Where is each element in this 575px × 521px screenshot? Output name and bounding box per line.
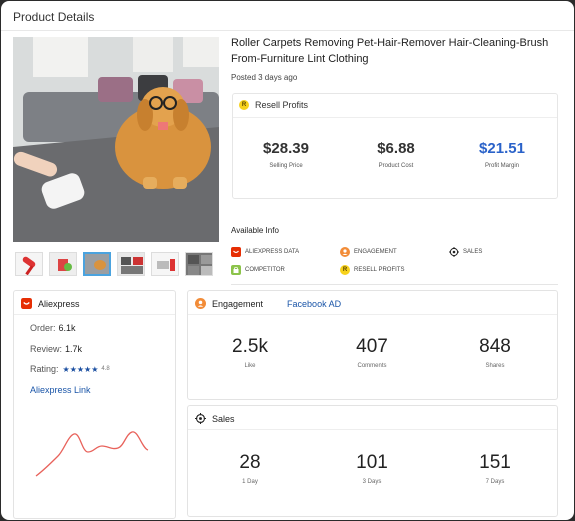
- facebook-ad-tab[interactable]: Facebook AD: [287, 299, 341, 309]
- person-icon: [195, 298, 206, 309]
- person-icon: [340, 247, 350, 257]
- resell-coin-icon: R: [239, 100, 249, 110]
- panel-header: Product Details: [1, 1, 574, 31]
- resell-coin-icon: R: [340, 265, 350, 275]
- likes-metric: 2.5k Like: [232, 336, 268, 369]
- thumbnail-6[interactable]: [185, 252, 213, 276]
- order-row: Order: 6.1k: [30, 323, 76, 333]
- available-engagement: ENGAGEMENT: [340, 247, 397, 257]
- sales-card: Sales 28 1 Day 101 3 Days 151 7 Days: [187, 405, 558, 517]
- product-title: Roller Carpets Removing Pet-Hair-Remover…: [231, 37, 549, 65]
- product-main-image: [13, 37, 219, 242]
- profit-margin: $21.51 Profit Margin: [479, 140, 525, 169]
- rating-row: Rating: ★★★★★ 4.8: [30, 364, 110, 374]
- divider: [231, 284, 558, 285]
- available-aliexpress-data: ALIEXPRESS DATA: [231, 247, 299, 257]
- thumbnail-2[interactable]: [49, 252, 77, 276]
- panel-title: Product Details: [13, 10, 95, 24]
- shopping-bag-icon: [231, 265, 241, 275]
- sales-title: Sales: [212, 413, 235, 424]
- available-resell-profits: R RESELL PROFITS: [340, 265, 404, 275]
- available-sales: SALES: [449, 247, 482, 257]
- sales-3-days: 101 3 Days: [356, 452, 388, 485]
- aliexpress-icon: [21, 298, 32, 309]
- resell-profits-card: R Resell Profits $28.39 Selling Price $6…: [232, 93, 558, 199]
- selling-price: $28.39 Selling Price: [263, 140, 309, 169]
- order-trend-sparkline: [35, 431, 149, 477]
- engagement-title: Engagement: [212, 298, 264, 309]
- comments-metric: 407 Comments: [356, 336, 388, 369]
- sales-7-days: 151 7 Days: [479, 452, 511, 485]
- rating-value: 4.8: [101, 366, 110, 372]
- thumbnail-1[interactable]: [15, 252, 43, 276]
- product-cost: $6.88 Product Cost: [377, 140, 415, 169]
- target-icon: [449, 247, 459, 257]
- thumbnail-strip: [15, 252, 221, 276]
- target-icon: [195, 413, 206, 424]
- aliexpress-icon: [231, 247, 241, 257]
- engagement-card: Engagement Facebook AD 2.5k Like 407 Com…: [187, 290, 558, 400]
- thumbnail-3[interactable]: [83, 252, 111, 276]
- review-row: Review: 1.7k: [30, 344, 83, 354]
- sales-1-day: 28 1 Day: [239, 452, 261, 485]
- product-details-panel: Product Details Roller Carpets Removing …: [1, 1, 574, 520]
- rating-stars: ★★★★★: [62, 364, 99, 374]
- thumbnail-4[interactable]: [117, 252, 145, 276]
- aliexpress-link[interactable]: Aliexpress Link: [30, 385, 91, 395]
- thumbnail-5[interactable]: [151, 252, 179, 276]
- resell-profits-heading: Resell Profits: [255, 100, 309, 110]
- available-info-label: Available Info: [231, 226, 279, 235]
- available-competitor: COMPETITOR: [231, 265, 285, 275]
- shares-metric: 848 Shares: [479, 336, 511, 369]
- posted-date: Posted 3 days ago: [231, 73, 298, 82]
- aliexpress-card: Aliexpress Order: 6.1k Review: 1.7k Rating…: [13, 290, 176, 519]
- aliexpress-title: Aliexpress: [38, 298, 80, 309]
